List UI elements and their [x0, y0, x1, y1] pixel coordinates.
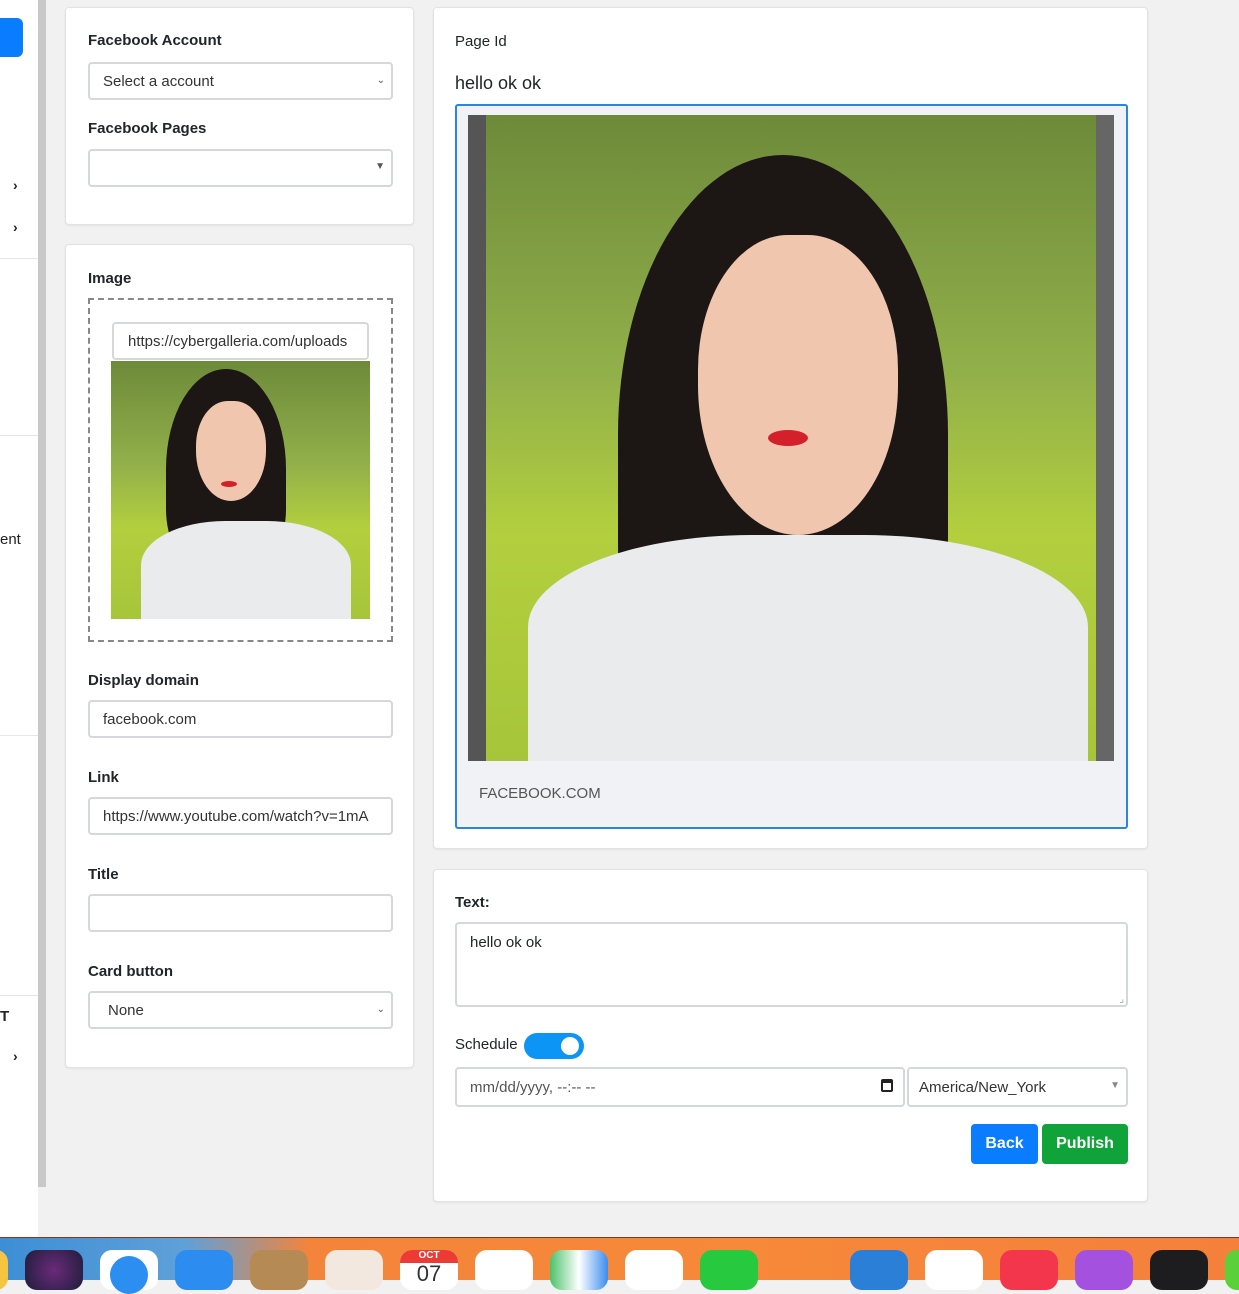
calendar-icon[interactable] — [881, 1079, 893, 1092]
post-card: Text: hello ok ok ⌟ Schedule mm/dd/yyyy,… — [433, 869, 1148, 1202]
facetime-icon[interactable] — [700, 1250, 758, 1290]
keynote-icon[interactable] — [850, 1250, 908, 1290]
mail-icon[interactable] — [175, 1250, 233, 1290]
input-value: https://cybergalleria.com/uploads — [128, 332, 348, 350]
account-card: Facebook Account Select a account ⌄ Face… — [65, 7, 414, 225]
contacts-icon[interactable] — [250, 1250, 308, 1290]
maps-icon[interactable] — [550, 1250, 608, 1290]
title-input[interactable] — [88, 894, 393, 932]
sidebar: › › ent T › — [0, 0, 38, 1237]
page-id-label: Page Id — [455, 33, 507, 50]
title-label: Title — [88, 866, 119, 883]
chevron-down-icon: ⌄ — [376, 1004, 385, 1015]
chevron-right-icon[interactable]: › — [13, 1048, 18, 1064]
caret-down-icon: ▼ — [375, 161, 385, 172]
input-value: facebook.com — [103, 710, 197, 728]
facebook-pages-label: Facebook Pages — [88, 120, 207, 137]
calendar-app-icon[interactable]: OCT 07 — [400, 1250, 458, 1290]
news-icon[interactable] — [925, 1250, 983, 1290]
card-button-label: Card button — [88, 963, 173, 980]
divider — [0, 258, 38, 259]
launchpad-icon[interactable] — [325, 1250, 383, 1290]
divider — [0, 435, 38, 436]
input-placeholder: mm/dd/yyyy, --:-- -- — [470, 1078, 596, 1096]
chevron-right-icon[interactable]: › — [13, 219, 18, 235]
preview-domain: FACEBOOK.COM — [479, 785, 601, 802]
link-input[interactable]: https://www.youtube.com/watch?v=1mA — [88, 797, 393, 835]
preview-image — [468, 115, 1114, 761]
scrollbar[interactable] — [38, 0, 46, 1187]
input-value: https://www.youtube.com/watch?v=1mA — [103, 807, 369, 825]
sidebar-primary-button[interactable] — [0, 18, 23, 57]
link-preview[interactable]: FACEBOOK.COM — [455, 104, 1128, 829]
image-label: Image — [88, 270, 132, 287]
card-button-select[interactable]: None ⌄ — [88, 991, 393, 1029]
select-value: None — [108, 1001, 144, 1019]
app-icon[interactable] — [1225, 1250, 1239, 1290]
schedule-label: Schedule — [455, 1036, 518, 1053]
text-label: Text: — [455, 894, 490, 911]
preview-message: hello ok ok — [455, 73, 542, 93]
music-icon[interactable] — [1000, 1250, 1058, 1290]
chevron-right-icon[interactable]: › — [13, 177, 18, 193]
calendar-day: 07 — [416, 1261, 442, 1286]
podcasts-icon[interactable] — [1075, 1250, 1133, 1290]
preview-card: Page Id hello ok ok FACEBOOK.COM — [433, 7, 1148, 849]
select-value: America/New_York — [919, 1078, 1046, 1096]
schedule-datetime-input[interactable]: mm/dd/yyyy, --:-- -- — [455, 1067, 905, 1107]
link-label: Link — [88, 769, 119, 786]
sidebar-section-label: T — [0, 1008, 10, 1025]
chevron-down-icon: ⌄ — [376, 75, 385, 86]
text-textarea[interactable]: hello ok ok ⌟ — [455, 922, 1128, 1007]
textarea-value: hello ok ok — [470, 934, 542, 951]
image-url-input[interactable]: https://cybergalleria.com/uploads — [112, 322, 369, 360]
tv-icon[interactable] — [1150, 1250, 1208, 1290]
back-button[interactable]: Back — [971, 1124, 1038, 1164]
numbers-icon[interactable] — [775, 1250, 833, 1290]
image-thumbnail — [111, 361, 370, 619]
caret-down-icon: ▼ — [1110, 1080, 1120, 1091]
post-form-card: Image https://cybergalleria.com/uploads … — [65, 244, 414, 1068]
schedule-toggle[interactable] — [524, 1033, 584, 1059]
macos-dock: OCT 07 — [0, 1237, 1239, 1294]
finder-icon[interactable] — [0, 1250, 8, 1290]
facebook-account-label: Facebook Account — [88, 32, 222, 49]
reminders-icon[interactable] — [475, 1250, 533, 1290]
divider — [0, 735, 38, 736]
siri-icon[interactable] — [25, 1250, 83, 1290]
resize-handle-icon[interactable]: ⌟ — [1119, 994, 1124, 1005]
publish-button[interactable]: Publish — [1042, 1124, 1128, 1164]
facebook-pages-select[interactable]: ▼ — [88, 149, 393, 187]
photos-icon[interactable] — [625, 1250, 683, 1290]
timezone-select[interactable]: America/New_York ▼ — [907, 1067, 1128, 1107]
sidebar-item-label[interactable]: ent — [0, 531, 21, 548]
select-value: Select a account — [103, 72, 214, 90]
safari-icon[interactable] — [100, 1250, 158, 1294]
display-domain-label: Display domain — [88, 672, 199, 689]
display-domain-input[interactable]: facebook.com — [88, 700, 393, 738]
facebook-account-select[interactable]: Select a account ⌄ — [88, 62, 393, 100]
divider — [0, 995, 38, 996]
